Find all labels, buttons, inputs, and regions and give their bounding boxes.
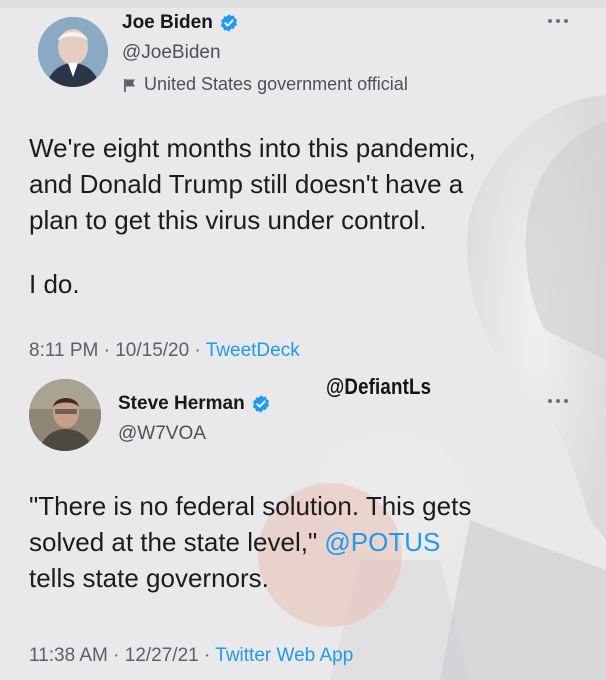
watermark: @DefiantLs — [326, 374, 432, 399]
tweet-text: "There is no federal solution. This gets… — [29, 488, 589, 596]
verified-badge-icon — [220, 14, 237, 32]
more-options-icon[interactable] — [548, 16, 570, 26]
display-name[interactable]: Steve Herman — [118, 393, 271, 415]
tweet-timestamp: 11:38 AM · 12/27/21 · Twitter Web App — [29, 645, 353, 667]
avatar[interactable] — [29, 379, 101, 451]
tweet-text-part: tells state governors. — [29, 563, 269, 593]
timestamp-text[interactable]: 8:11 PM · 10/15/20 · — [29, 340, 206, 361]
tweet-source-link[interactable]: TweetDeck — [206, 340, 300, 361]
avatar[interactable] — [38, 17, 108, 87]
display-name-text[interactable]: Steve Herman — [118, 393, 245, 415]
tweet-timestamp: 8:11 PM · 10/15/20 · TweetDeck — [29, 340, 300, 362]
government-flag-icon — [124, 78, 135, 92]
verified-badge-icon — [252, 395, 269, 413]
government-label: United States government official — [122, 74, 408, 95]
government-label-text: United States government official — [144, 74, 408, 94]
tweet-source-link[interactable]: Twitter Web App — [215, 645, 353, 666]
display-name-text[interactable]: Joe Biden — [122, 12, 213, 34]
tweet-card-biden[interactable]: Joe Biden @JoeBiden United States govern… — [0, 0, 606, 370]
tweet-text-second: I do. — [29, 269, 80, 299]
display-name[interactable]: Joe Biden — [122, 12, 239, 34]
mention-link[interactable]: @POTUS — [324, 527, 440, 557]
more-options-icon[interactable] — [548, 396, 570, 406]
tweet-text: We're eight months into this pandemic, a… — [29, 133, 476, 235]
handle[interactable]: @W7VOA — [118, 423, 206, 445]
timestamp-text[interactable]: 11:38 AM · 12/27/21 · — [29, 645, 215, 666]
handle[interactable]: @JoeBiden — [122, 42, 221, 64]
